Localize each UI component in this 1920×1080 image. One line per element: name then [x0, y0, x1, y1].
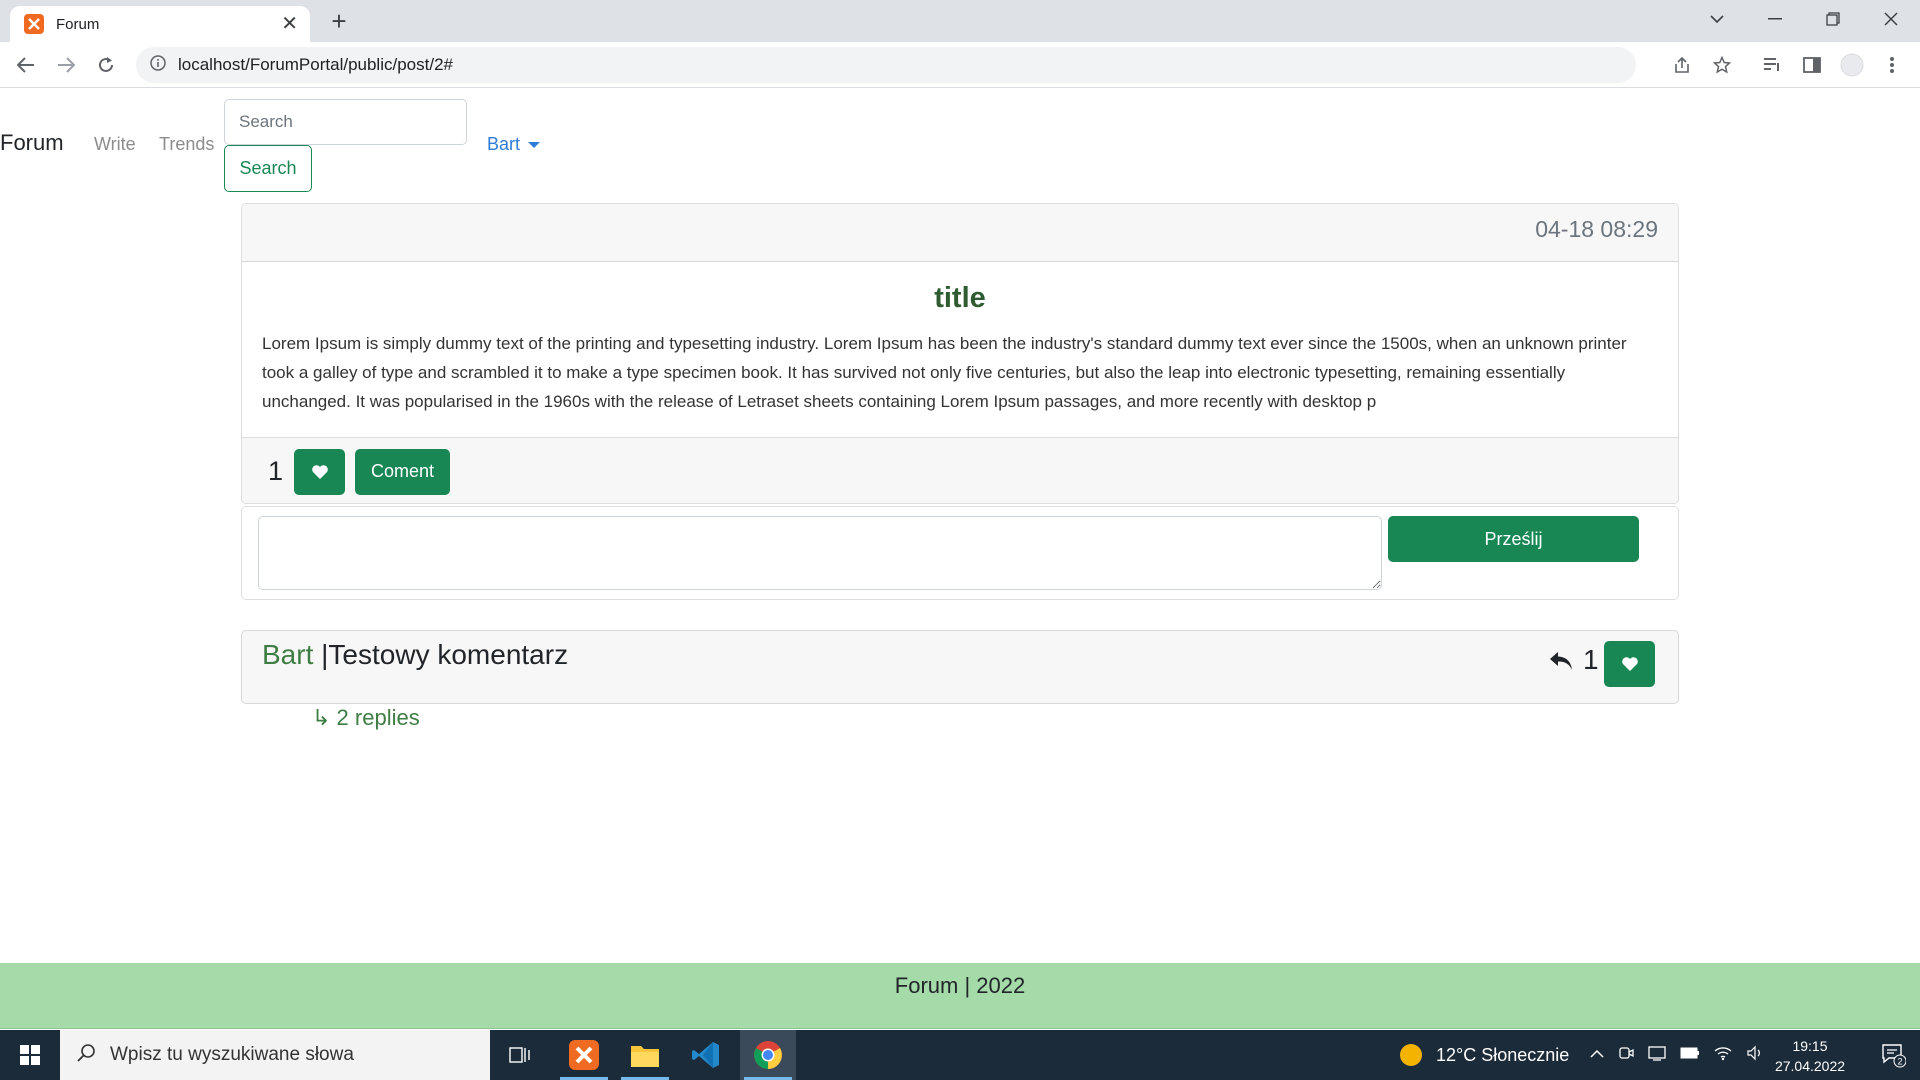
like-button[interactable] — [294, 448, 346, 495]
browser-toolbar: localhost/ForumPortal/public/post/2# — [0, 42, 1920, 88]
back-icon[interactable] — [10, 49, 42, 81]
heart-icon — [311, 464, 328, 479]
submit-comment-button[interactable]: Prześlij — [1388, 516, 1639, 562]
post-like-count: 1 — [268, 456, 284, 486]
replies-link[interactable]: ↳ 2 replies — [312, 705, 420, 731]
profile-avatar-icon[interactable] — [1836, 49, 1868, 81]
close-window-icon[interactable] — [1868, 0, 1914, 38]
nav-link-trends[interactable]: Trends — [159, 134, 214, 155]
restore-icon[interactable] — [1810, 0, 1856, 38]
post-text: Lorem Ipsum is simply dummy text of the … — [262, 334, 1627, 411]
reading-list-icon[interactable] — [1756, 49, 1788, 81]
search-input[interactable] — [224, 99, 467, 145]
chevron-up-icon[interactable] — [1590, 1046, 1604, 1064]
battery-icon[interactable] — [1680, 1046, 1700, 1064]
post-title: title — [934, 282, 986, 314]
notification-count: 2 — [1897, 1057, 1902, 1067]
volume-icon[interactable] — [1746, 1045, 1764, 1066]
comment-card: Bart |Testowy komentarz 1 — [241, 630, 1679, 704]
vscode-icon[interactable] — [678, 1030, 734, 1080]
bookmark-star-icon[interactable] — [1706, 49, 1738, 81]
new-tab-icon[interactable]: + — [324, 6, 354, 36]
user-name: Bart — [487, 134, 521, 154]
forward-icon[interactable] — [50, 49, 82, 81]
browser-tab-bar: Forum ✕ + — [0, 0, 1920, 42]
tab-search-chevron-icon[interactable] — [1694, 0, 1740, 38]
search-icon — [76, 1043, 96, 1068]
xampp-favicon-icon — [24, 14, 44, 34]
comment-author[interactable]: Bart — [262, 639, 313, 670]
side-panel-icon[interactable] — [1796, 49, 1828, 81]
post-body: title Lorem Ipsum is simply dummy text o… — [242, 262, 1678, 438]
heart-icon — [1621, 657, 1638, 671]
comment-separator: | — [313, 639, 329, 670]
page-content: Forum Write Trends Search Bart 04-18 08:… — [0, 88, 1920, 1030]
address-bar[interactable]: localhost/ForumPortal/public/post/2# — [136, 47, 1636, 83]
comment-form: Prześlij — [241, 506, 1679, 600]
comment-like-count: 1 — [1583, 644, 1599, 675]
minimize-icon[interactable] — [1752, 0, 1798, 38]
post-date: 04-18 08:29 — [1535, 216, 1658, 242]
weather-widget[interactable]: 12°C Słonecznie — [1400, 1030, 1569, 1080]
browser-tab[interactable]: Forum ✕ — [10, 6, 310, 42]
clock-date: 27.04.2022 — [1774, 1058, 1846, 1074]
url-text: localhost/ForumPortal/public/post/2# — [178, 55, 453, 74]
post-header: 04-18 08:29 — [242, 204, 1678, 262]
post-card: 04-18 08:29 title Lorem Ipsum is simply … — [241, 203, 1679, 504]
footer-text: Forum | 2022 — [894, 973, 1026, 998]
taskbar-search-placeholder: Wpisz tu wyszukiwane słowa — [110, 1044, 354, 1065]
weather-text: 12°C Słonecznie — [1436, 1044, 1570, 1065]
caret-down-icon — [528, 141, 541, 148]
browser-menu-icon[interactable] — [1876, 49, 1908, 81]
comment-header: Bart |Testowy komentarz — [262, 639, 568, 671]
display-icon[interactable] — [1648, 1045, 1666, 1066]
wifi-icon[interactable] — [1714, 1045, 1732, 1066]
windows-start-icon[interactable] — [0, 1030, 60, 1080]
comment-text: Testowy komentarz — [328, 639, 569, 670]
notification-center-icon[interactable]: 2 — [1866, 1030, 1920, 1080]
taskbar-clock[interactable]: 19:15 27.04.2022 — [1772, 1036, 1848, 1076]
task-view-icon[interactable] — [492, 1030, 548, 1080]
site-info-icon[interactable] — [150, 54, 166, 76]
windows-taskbar: Wpisz tu wyszukiwane słowa 12°C Słoneczn… — [0, 1030, 1920, 1080]
comment-textarea[interactable] — [258, 516, 1382, 590]
system-tray — [1590, 1030, 1764, 1080]
meet-now-icon[interactable] — [1618, 1045, 1634, 1066]
brand-link[interactable]: Forum — [0, 130, 64, 156]
chrome-taskbar-icon[interactable] — [740, 1030, 796, 1080]
user-dropdown[interactable]: Bart — [487, 134, 541, 155]
comment-like-button[interactable] — [1604, 641, 1655, 687]
sun-icon — [1400, 1044, 1422, 1066]
close-tab-icon[interactable]: ✕ — [281, 14, 298, 34]
share-icon[interactable] — [1666, 49, 1698, 81]
tab-title: Forum — [56, 15, 100, 33]
clock-time: 19:15 — [1792, 1038, 1828, 1054]
site-navbar: Forum Write Trends Search Bart — [0, 88, 1920, 198]
reload-icon[interactable] — [90, 49, 122, 81]
taskbar-search-box[interactable]: Wpisz tu wyszukiwane słowa — [60, 1030, 490, 1080]
reply-icon[interactable] — [1548, 649, 1574, 675]
site-footer: Forum | 2022 — [0, 963, 1920, 1029]
search-button[interactable]: Search — [224, 145, 312, 192]
xampp-taskbar-icon[interactable] — [556, 1030, 612, 1080]
comment-button[interactable]: Coment — [355, 448, 451, 495]
post-footer: 1 Coment — [242, 438, 1678, 503]
nav-link-write[interactable]: Write — [94, 134, 136, 155]
file-explorer-icon[interactable] — [617, 1030, 673, 1080]
